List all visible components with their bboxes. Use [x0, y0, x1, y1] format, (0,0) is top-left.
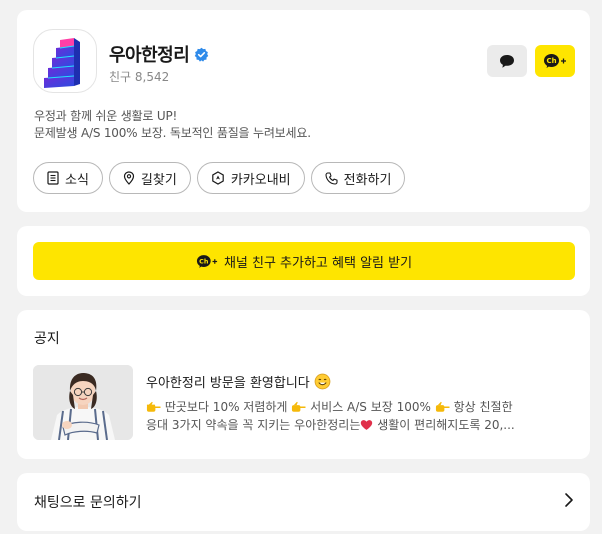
chat-button[interactable] — [487, 45, 527, 77]
notice-body-line-1: 딴곳보다 10% 저렴하게 서비스 A/S 보장 100% 항상 친절한 — [146, 398, 576, 416]
navi-icon — [212, 171, 224, 185]
heart-icon — [361, 420, 373, 430]
channel-logo[interactable] — [33, 29, 97, 93]
description-line-2: 문제발생 A/S 100% 보장. 독보적인 품질을 누려보세요. — [34, 126, 311, 140]
channel-add-icon: Ch — [196, 254, 218, 268]
pointing-hand-icon — [292, 401, 306, 412]
channel-description: 우정과 함께 쉬운 생활로 UP! 문제발생 A/S 100% 보장. 독보적인… — [34, 108, 311, 142]
notice-section-title: 공지 — [34, 331, 60, 347]
chat-inquiry-card[interactable]: 채팅으로 문의하기 — [17, 473, 590, 531]
channel-name-row: 우아한정리 — [109, 41, 209, 67]
call-button[interactable]: 전화하기 — [310, 162, 406, 194]
action-pill-row: 소식 길찾기 카카오내비 전화하기 — [33, 162, 406, 194]
channel-name: 우아한정리 — [109, 45, 190, 66]
add-friend-badge-text: Ch — [199, 257, 209, 265]
friend-count: 친구 8,542 — [109, 70, 170, 84]
chat-bubble-icon — [500, 54, 514, 68]
notice-post-title-row[interactable]: 우아한정리 방문을 환영합니다 — [146, 372, 331, 391]
smiling-face-icon — [314, 373, 331, 390]
directions-label: 길찾기 — [140, 172, 177, 188]
add-friend-card: Ch 채널 친구 추가하고 혜택 알림 받기 — [17, 226, 590, 296]
promise-3: 항상 친절한 — [453, 400, 513, 414]
kakaonavi-label: 카카오내비 — [230, 172, 291, 188]
channel-profile-card: 우아한정리 친구 8,542 Ch 우정과 함께 쉬운 생활로 UP! 문제발생… — [17, 10, 590, 212]
description-line-1: 우정과 함께 쉬운 생활로 UP! — [34, 109, 178, 123]
channel-add-icon: Ch — [544, 54, 566, 68]
news-label: 소식 — [65, 172, 89, 188]
pointing-hand-icon — [146, 401, 161, 412]
promise-1: 딴곳보다 10% 저렴하게 — [164, 400, 288, 414]
channel-add-badge-text: Ch — [546, 57, 556, 65]
promise-text: 응대 3가지 약속을 꼭 지키는 우아한정리는 — [146, 418, 361, 432]
chevron-right-icon — [565, 493, 573, 507]
map-pin-icon — [123, 171, 135, 185]
notice-body-line-2: 응대 3가지 약속을 꼭 지키는 우아한정리는 생활이 편리해지도록 20,..… — [146, 416, 576, 434]
promise-text-tail: 생활이 편리해지도록 20,... — [377, 418, 515, 432]
notice-thumbnail[interactable] — [33, 365, 133, 440]
verified-check-icon — [195, 47, 209, 62]
add-friend-benefit-button[interactable]: Ch 채널 친구 추가하고 혜택 알림 받기 — [33, 242, 575, 280]
news-list-icon — [47, 171, 59, 185]
directions-button[interactable]: 길찾기 — [108, 162, 191, 194]
call-label: 전화하기 — [343, 172, 392, 188]
notice-card: 공지 우아한정리 방문을 환영합니다 딴곳보다 10% 저렴하게 서비스 A/S… — [17, 310, 590, 459]
chat-inquiry-label: 채팅으로 문의하기 — [34, 495, 142, 511]
notice-post-body[interactable]: 딴곳보다 10% 저렴하게 서비스 A/S 보장 100% 항상 친절한 응대 … — [146, 398, 576, 434]
kakaonavi-button[interactable]: 카카오내비 — [196, 162, 305, 194]
stairs-logo-icon — [44, 38, 80, 88]
add-friend-benefit-label: 채널 친구 추가하고 혜택 알림 받기 — [223, 255, 413, 271]
person-photo-icon — [33, 365, 133, 440]
add-channel-button[interactable]: Ch — [535, 45, 575, 77]
promise-2: 서비스 A/S 보장 100% — [310, 400, 431, 414]
news-button[interactable]: 소식 — [33, 162, 103, 194]
phone-icon — [325, 171, 338, 185]
pointing-hand-icon — [435, 401, 450, 412]
notice-post-title: 우아한정리 방문을 환영합니다 — [146, 376, 310, 391]
